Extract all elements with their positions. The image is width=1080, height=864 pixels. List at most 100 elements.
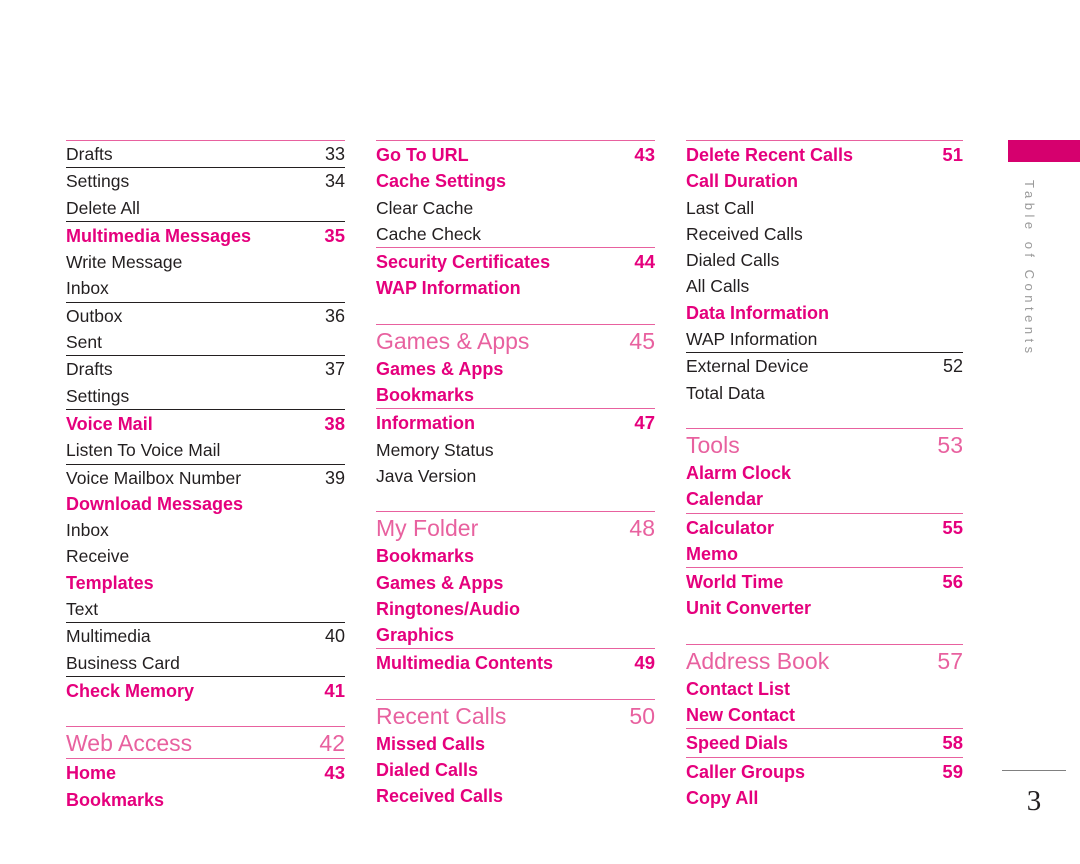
toc-entry-label: Delete Recent Calls: [686, 145, 854, 165]
toc-entry-label: Data Information: [686, 302, 830, 323]
toc-entry[interactable]: World Time 56: [686, 567, 963, 595]
toc-entry[interactable]: Address Book 57: [686, 643, 963, 676]
toc-entry[interactable]: Last Call: [686, 195, 963, 221]
toc-entry-label: Contact List: [686, 678, 791, 699]
toc-entry[interactable]: Ringtones/Audio: [376, 596, 655, 622]
toc-entry[interactable]: WAP Information: [376, 275, 655, 301]
toc-entry[interactable]: Go To URL 43: [376, 140, 655, 168]
toc-entry-label: Bookmarks: [66, 789, 165, 810]
toc-entry-label: Delete All: [66, 197, 140, 218]
toc-entry-label: Voice Mailbox Number: [66, 467, 242, 488]
toc-entry-label: Business Card: [66, 652, 180, 673]
toc-entry[interactable]: Recent Calls 50: [376, 698, 655, 731]
toc-entry[interactable]: Bookmarks: [66, 787, 345, 813]
toc-entry[interactable]: Games & Apps: [376, 570, 655, 596]
toc-entry[interactable]: Delete All: [66, 195, 345, 221]
toc-entry[interactable]: Inbox: [66, 275, 345, 301]
toc-entry[interactable]: Dialed Calls: [686, 247, 963, 273]
toc-entry[interactable]: External Device 52: [686, 352, 963, 379]
toc-entry[interactable]: WAP Information: [686, 326, 963, 352]
toc-entry-page-number: 48: [629, 515, 655, 542]
toc-entry-label: Web Access: [66, 730, 193, 757]
toc-entry[interactable]: Bookmarks: [376, 543, 655, 569]
toc-entry-label: Graphics: [376, 625, 455, 646]
toc-entry[interactable]: Settings 34: [66, 167, 345, 194]
toc-entry[interactable]: Voice Mail 38: [66, 408, 345, 437]
toc-entry-label: Last Call: [686, 197, 755, 218]
toc-entry-page-number: 58: [942, 732, 963, 754]
toc-entry[interactable]: Receive: [66, 543, 345, 569]
toc-entry-page-number: 45: [629, 327, 655, 354]
toc-entry[interactable]: Memo: [686, 541, 963, 567]
toc-entry[interactable]: Text: [66, 596, 345, 622]
toc-entry-label: Multimedia Contents: [376, 653, 554, 674]
page-footer-rule: [1002, 770, 1066, 771]
toc-entry[interactable]: Write Message: [66, 249, 345, 275]
toc-entry-page-number: 44: [634, 251, 655, 273]
toc-entry[interactable]: Clear Cache: [376, 195, 655, 221]
toc-entry[interactable]: Check Memory 41: [66, 675, 345, 704]
toc-entry[interactable]: Calendar: [686, 486, 963, 512]
toc-entry[interactable]: Cache Settings: [376, 168, 655, 194]
toc-entry[interactable]: Inbox: [66, 517, 345, 543]
toc-entry[interactable]: My Folder 48: [376, 511, 655, 543]
toc-column-3: Delete Recent Calls 51 Call Duration Last C…: [686, 140, 963, 811]
toc-entry[interactable]: Total Data: [686, 380, 963, 406]
toc-entry-label: Cache Settings: [376, 171, 507, 192]
toc-entry[interactable]: Drafts 37: [66, 355, 345, 382]
toc-entry-label: Address Book: [686, 647, 830, 674]
toc-entry-label: Speed Dials: [686, 733, 789, 754]
toc-entry-label: Received Calls: [376, 786, 504, 807]
toc-entry[interactable]: Data Information: [686, 300, 963, 326]
toc-entry[interactable]: Multimedia 40: [66, 622, 345, 649]
toc-entry-page-number: 56: [942, 571, 963, 593]
toc-entry[interactable]: Dialed Calls: [376, 757, 655, 783]
toc-entry[interactable]: Caller Groups 59: [686, 756, 963, 785]
toc-entry[interactable]: Tools 53: [686, 427, 963, 460]
toc-entry-label: Information: [376, 413, 475, 434]
toc-entry[interactable]: Sent: [66, 329, 345, 355]
page-footer: 3: [1002, 770, 1066, 818]
toc-entry[interactable]: Home 43: [66, 758, 345, 786]
toc-entry[interactable]: Speed Dials 58: [686, 728, 963, 756]
toc-entry[interactable]: Templates: [66, 570, 345, 596]
toc-entry[interactable]: Web Access 42: [66, 726, 345, 758]
toc-entry[interactable]: Bookmarks: [376, 382, 655, 408]
toc-entry[interactable]: Java Version: [376, 463, 655, 489]
toc-entry[interactable]: Settings: [66, 383, 345, 409]
toc-entry[interactable]: Calculator 55: [686, 512, 963, 541]
toc-entry[interactable]: Drafts 33: [66, 140, 345, 167]
toc-entry[interactable]: Cache Check: [376, 221, 655, 247]
toc-entry-label: Cache Check: [376, 223, 482, 244]
toc-entry[interactable]: Unit Converter: [686, 595, 963, 621]
toc-entry[interactable]: Games & Apps 45: [376, 323, 655, 356]
toc-entry[interactable]: Multimedia Contents 49: [376, 648, 655, 676]
toc-entry-label: Home: [66, 763, 117, 784]
toc-entry[interactable]: Missed Calls: [376, 731, 655, 757]
toc-entry-label: Clear Cache: [376, 197, 474, 218]
toc-entry[interactable]: Outbox 36: [66, 301, 345, 329]
toc-entry[interactable]: Received Calls: [686, 221, 963, 247]
toc-entry[interactable]: Contact List: [686, 676, 963, 702]
toc-entry[interactable]: Listen To Voice Mail: [66, 437, 345, 463]
toc-entry[interactable]: All Calls: [686, 273, 963, 299]
toc-entry[interactable]: Memory Status: [376, 437, 655, 463]
toc-entry[interactable]: Multimedia Messages 35: [66, 220, 345, 249]
toc-entry[interactable]: Call Duration: [686, 168, 963, 194]
toc-entry[interactable]: Business Card: [66, 650, 345, 676]
toc-entry[interactable]: Information 47: [376, 408, 655, 436]
toc-entry[interactable]: New Contact: [686, 702, 963, 728]
toc-entry[interactable]: Security Certificates 44: [376, 247, 655, 275]
toc-entry-label: External Device: [686, 356, 809, 377]
toc-entry[interactable]: Delete Recent Calls 51: [686, 140, 963, 168]
toc-entry-label: Dialed Calls: [376, 760, 479, 781]
toc-entry[interactable]: Games & Apps: [376, 356, 655, 382]
toc-entry[interactable]: Received Calls: [376, 783, 655, 809]
toc-entry-label: Games & Apps: [376, 327, 530, 354]
toc-entry[interactable]: Graphics: [376, 622, 655, 648]
toc-entry[interactable]: Voice Mailbox Number 39: [66, 463, 345, 491]
toc-entry-label: Go To URL: [376, 145, 469, 165]
toc-entry[interactable]: Alarm Clock: [686, 460, 963, 486]
toc-entry[interactable]: Copy All: [686, 785, 963, 811]
toc-entry[interactable]: Download Messages: [66, 491, 345, 517]
